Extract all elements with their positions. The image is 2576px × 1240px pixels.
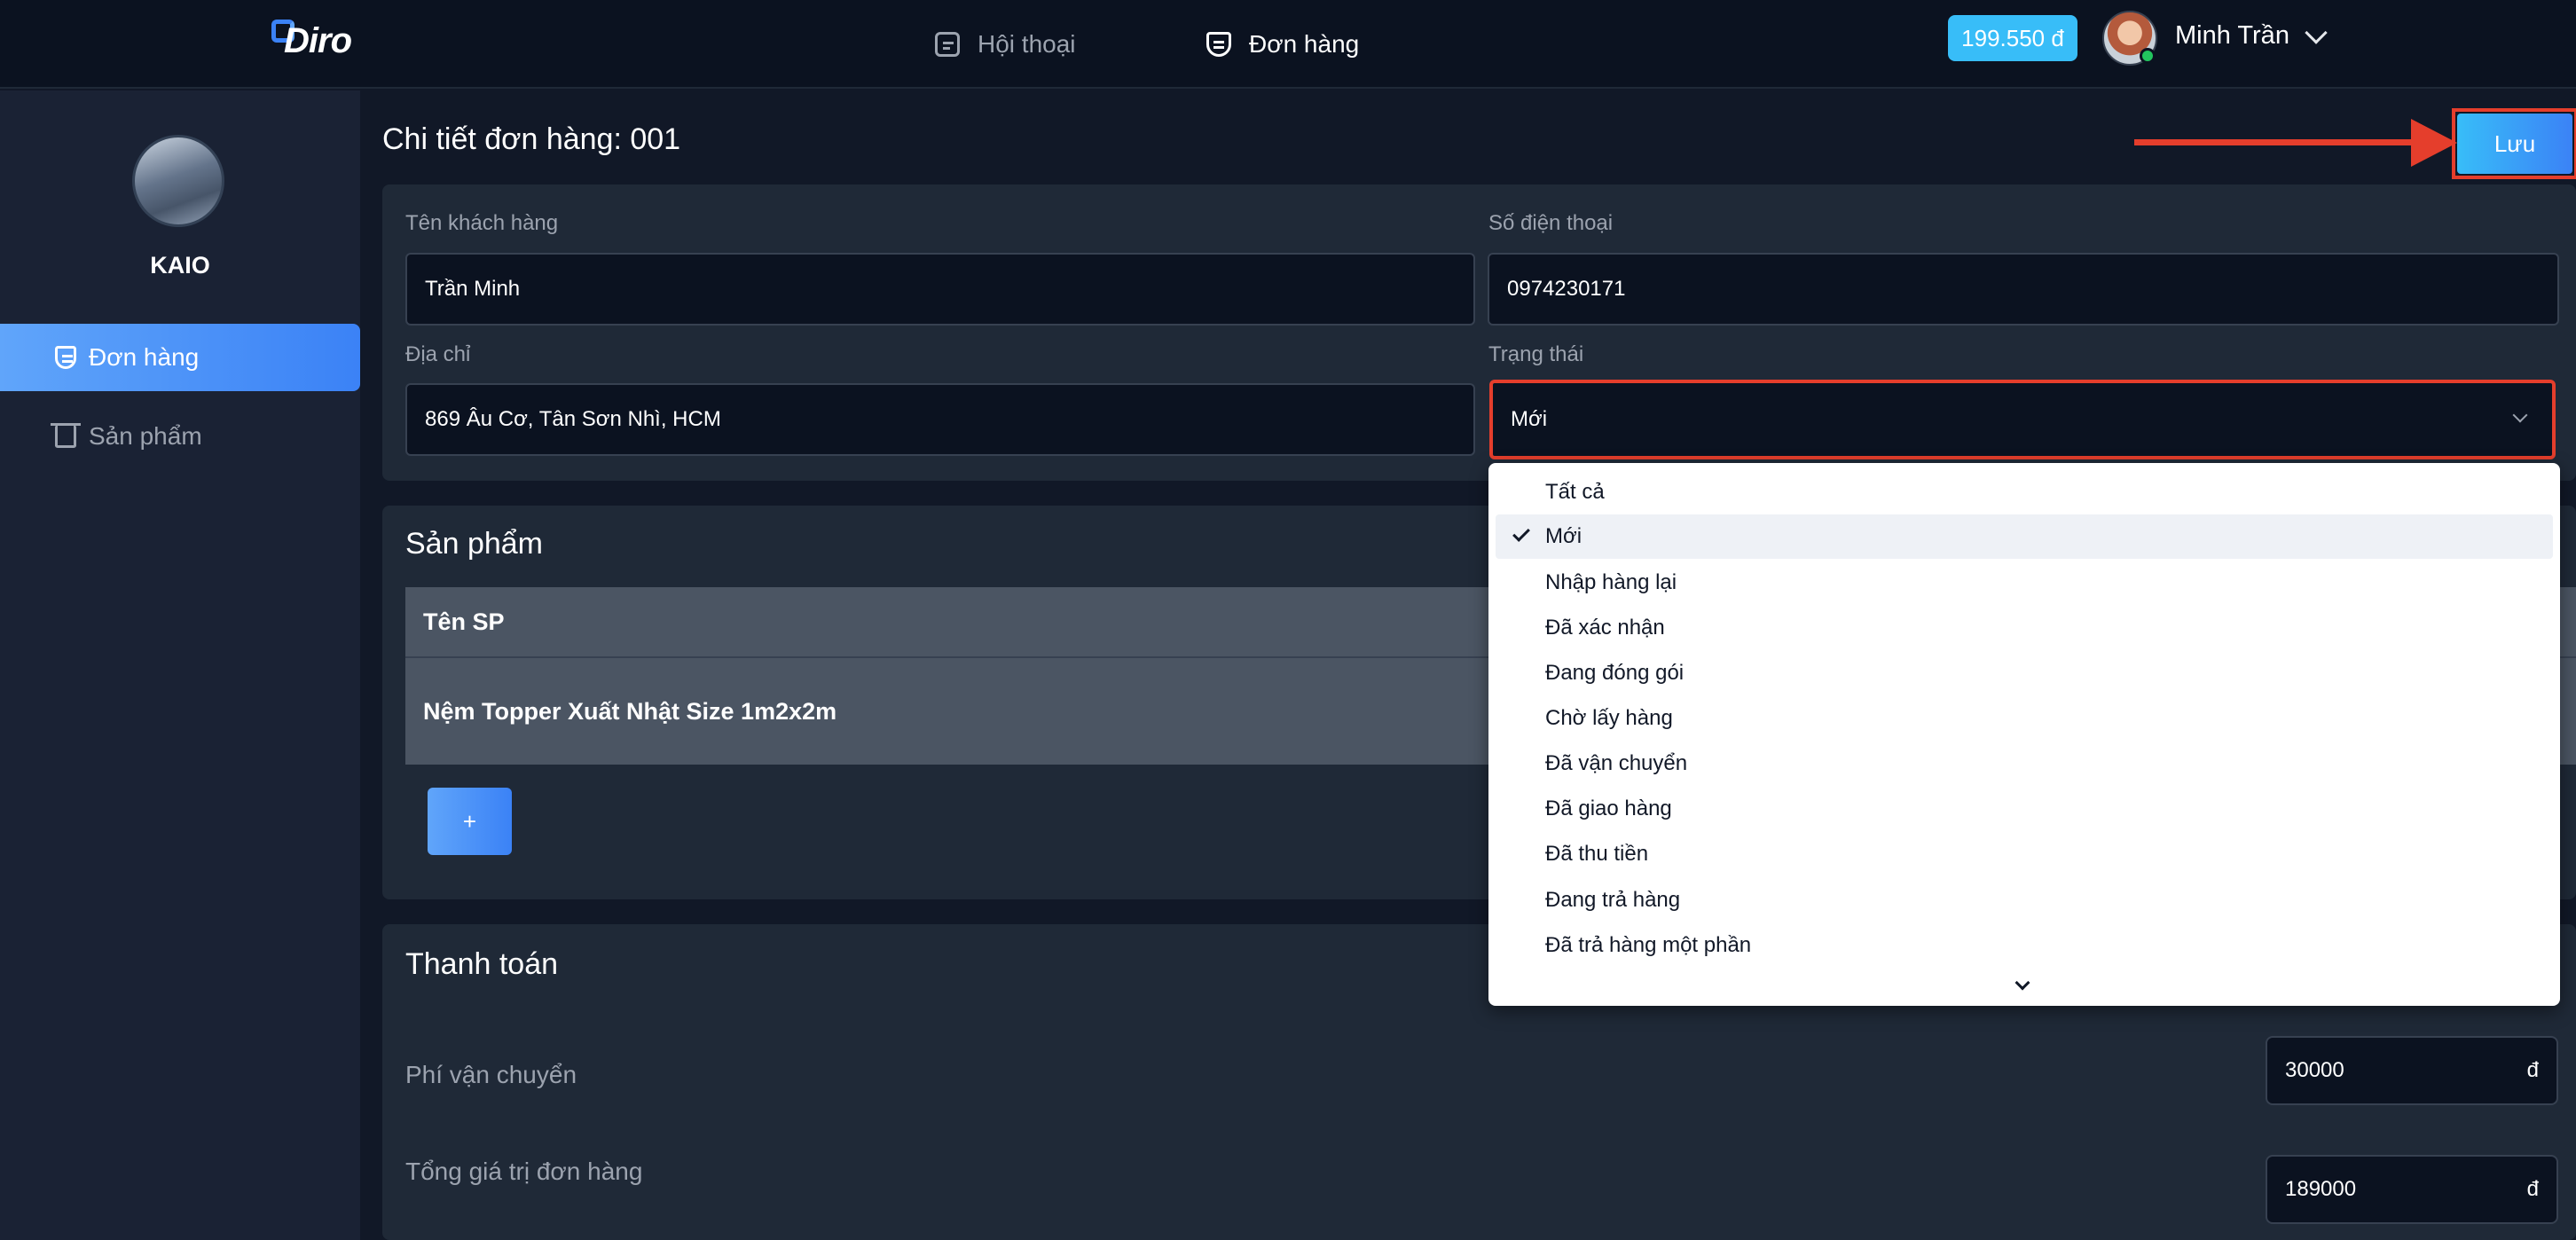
address-label: Địa chỉ xyxy=(405,342,471,366)
status-option-awaiting-pickup[interactable]: Chờ lấy hàng xyxy=(1496,696,2553,741)
logo-text: Diro xyxy=(284,21,352,60)
save-highlight-box xyxy=(2452,108,2576,179)
status-dropdown-menu: Tất cả Mới Nhập hàng lại Đã xác nhận Đan… xyxy=(1488,463,2560,1006)
product-name-cell: Nệm Topper Xuất Nhật Size 1m2x2m xyxy=(423,697,837,725)
order-total-input[interactable]: 189000 đ xyxy=(2266,1155,2558,1224)
user-name[interactable]: Minh Trần xyxy=(2175,21,2289,51)
balance-badge[interactable]: 199.550 đ xyxy=(1948,15,2077,61)
status-option-restock[interactable]: Nhập hàng lại xyxy=(1496,561,2553,605)
shipping-fee-input[interactable]: 30000 đ xyxy=(2266,1036,2558,1105)
customer-name-value: Trần Minh xyxy=(425,277,521,301)
phone-label: Số điện thoại xyxy=(1488,211,1614,235)
order-total-label: Tổng giá trị đơn hàng xyxy=(405,1158,643,1185)
nav-conversations[interactable]: Hội thoại xyxy=(935,20,1076,69)
status-option-all[interactable]: Tất cả xyxy=(1496,470,2553,514)
phone-value: 0974230171 xyxy=(1507,277,1626,301)
shipping-fee-value: 30000 xyxy=(2285,1058,2344,1082)
column-product-name: Tên SP xyxy=(423,608,505,635)
top-bar: Diro Hội thoại Đơn hàng 199.550 đ Minh T… xyxy=(0,0,2576,89)
status-select[interactable]: Mới xyxy=(1489,380,2556,459)
status-option-returning[interactable]: Đang trả hàng xyxy=(1496,878,2553,922)
shield-list-icon xyxy=(1206,32,1231,57)
logo[interactable]: Diro xyxy=(271,18,369,62)
annotation-arrow-head xyxy=(2411,119,2457,167)
phone-input[interactable]: 0974230171 xyxy=(1488,253,2559,326)
order-total-value: 189000 xyxy=(2285,1177,2357,1201)
shipping-fee-label: Phí vận chuyển xyxy=(405,1061,577,1088)
nav-orders[interactable]: Đơn hàng xyxy=(1206,20,1359,69)
status-option-delivered[interactable]: Đã giao hàng xyxy=(1496,787,2553,831)
status-option-confirmed[interactable]: Đã xác nhận xyxy=(1496,606,2553,650)
payment-title: Thanh toán xyxy=(405,947,559,981)
status-option-shipped[interactable]: Đã vận chuyển xyxy=(1496,742,2553,786)
status-option-new[interactable]: Mới xyxy=(1496,514,2553,559)
chevron-down-icon xyxy=(2512,407,2528,423)
add-product-button[interactable]: + xyxy=(428,788,512,855)
customer-name-label: Tên khách hàng xyxy=(405,211,559,235)
currency-symbol: đ xyxy=(2526,1058,2539,1082)
address-value: 869 Âu Cơ, Tân Sơn Nhì, HCM xyxy=(425,407,721,431)
address-input[interactable]: 869 Âu Cơ, Tân Sơn Nhì, HCM xyxy=(405,383,1475,456)
shop-name: KAIO xyxy=(150,252,210,279)
status-option-partially-returned[interactable]: Đã trả hàng một phần xyxy=(1496,923,2553,968)
sidebar-item-label: Sản phẩm xyxy=(89,422,202,450)
status-value: Mới xyxy=(1511,407,1548,431)
status-label: Trạng thái xyxy=(1488,342,1584,366)
shop-avatar xyxy=(132,135,224,227)
status-option-packing[interactable]: Đang đóng gói xyxy=(1496,651,2553,695)
sidebar-item-products[interactable]: Sản phẩm xyxy=(0,403,360,470)
annotation-arrow xyxy=(2134,139,2418,145)
sidebar-item-label: Đơn hàng xyxy=(89,343,200,371)
nav-conversations-label: Hội thoại xyxy=(978,30,1076,58)
shirt-icon xyxy=(51,423,81,448)
nav-orders-label: Đơn hàng xyxy=(1249,30,1360,58)
page-title: Chi tiết đơn hàng: 001 xyxy=(382,122,681,156)
shield-list-icon xyxy=(55,346,76,369)
sidebar: KAIO Đơn hàng Sản phẩm xyxy=(0,90,360,1240)
chevron-down-icon[interactable] xyxy=(2305,21,2328,44)
check-icon xyxy=(1512,524,1530,542)
chat-icon xyxy=(935,32,960,57)
customer-name-input[interactable]: Trần Minh xyxy=(405,253,1475,326)
products-title: Sản phẩm xyxy=(405,527,543,561)
currency-symbol: đ xyxy=(2526,1177,2539,1201)
sidebar-item-orders[interactable]: Đơn hàng xyxy=(0,324,360,391)
scroll-down-icon[interactable] xyxy=(2014,975,2030,991)
status-option-paid[interactable]: Đã thu tiền xyxy=(1496,832,2553,876)
online-status-icon xyxy=(2140,48,2156,64)
